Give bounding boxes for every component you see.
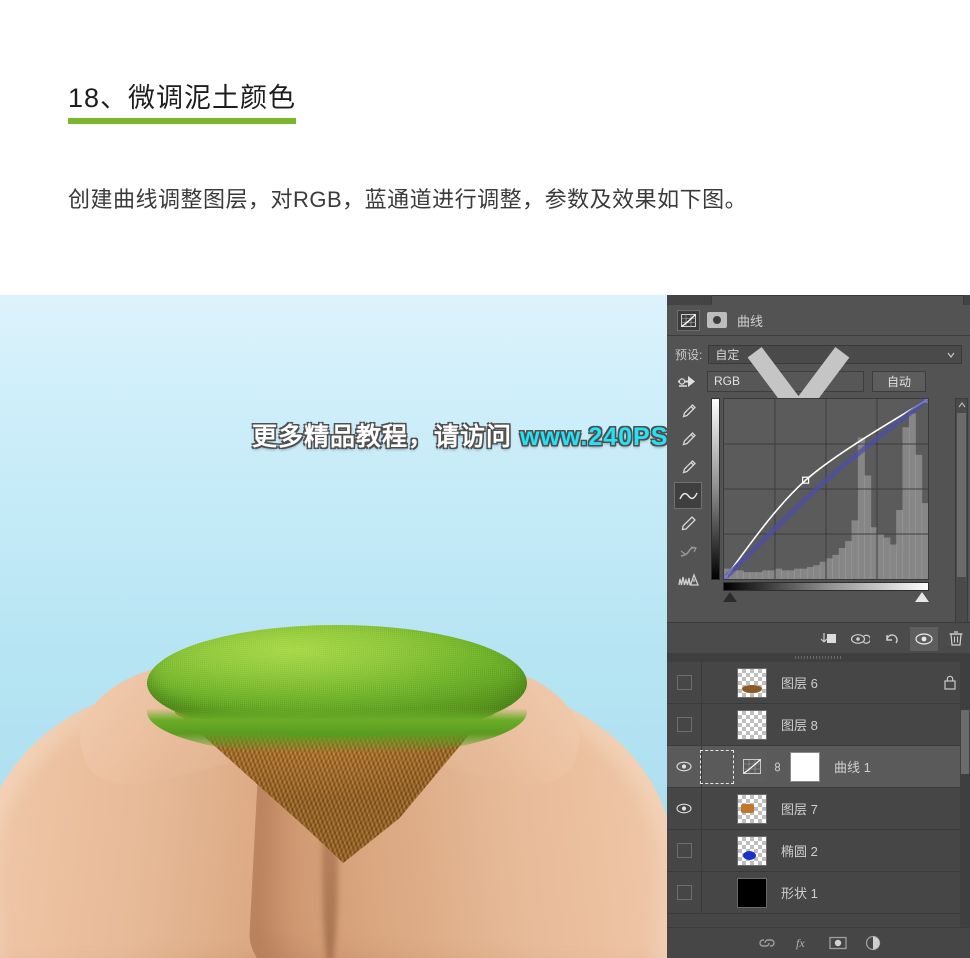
black-point-slider[interactable] <box>723 592 737 602</box>
output-gradient-bar <box>711 398 720 580</box>
photoshop-screenshot: 更多精品教程，请访问 www.240PS.com <box>0 295 970 958</box>
link-layers-icon[interactable] <box>757 936 777 950</box>
article-body-text: 创建曲线调整图层，对RGB，蓝通道进行调整，参数及效果如下图。 <box>68 187 748 212</box>
curves-panel-scrollbar[interactable] <box>955 398 968 660</box>
svg-text:fx: fx <box>796 936 805 950</box>
preset-label: 预设: <box>675 347 703 362</box>
layer-thumbnail[interactable] <box>737 793 767 824</box>
layer-name: 图层 6 <box>781 676 818 691</box>
photoshop-canvas[interactable]: 更多精品教程，请访问 www.240PS.com <box>0 295 667 958</box>
preset-value: 自定 <box>715 347 740 362</box>
white-point-slider[interactable] <box>915 592 929 602</box>
channel-select[interactable]: RGB <box>707 346 864 425</box>
scrollbar-thumb[interactable] <box>957 413 966 577</box>
channel-preset-icon[interactable] <box>675 372 701 390</box>
layer-name: 形状 1 <box>781 886 818 901</box>
new-adjustment-layer-icon[interactable] <box>865 935 881 951</box>
layer-visibility-off-icon[interactable] <box>667 830 702 871</box>
canvas-watermark: 更多精品教程，请访问 www.240PS.com <box>252 417 667 453</box>
pencil-draw-curve-icon[interactable] <box>674 510 702 537</box>
toggle-visibility-icon[interactable] <box>910 626 938 651</box>
layer-style-fx-icon[interactable]: fx <box>795 935 811 951</box>
layers-footer-buttons: fx <box>667 927 970 958</box>
layer-visibility-off-icon[interactable] <box>667 662 702 703</box>
photoshop-panel-dock: 曲线 预设: 自定 RGB 自动 图层 6 图层 8 曲线 1 图层 7 椭圆 … <box>667 295 970 958</box>
curves-icon <box>677 309 700 331</box>
layer-visibility-off-icon[interactable] <box>667 872 702 913</box>
layer-name: 图层 8 <box>781 718 818 733</box>
layer-thumbnail-curves-icon[interactable] <box>737 751 767 782</box>
mask-link-icon[interactable] <box>772 760 782 774</box>
black-point-eyedropper-icon[interactable] <box>674 454 702 481</box>
auto-button[interactable]: 自动 <box>872 370 926 392</box>
layer-row-图层-6[interactable]: 图层 6 <box>667 662 970 704</box>
layer-thumbnail[interactable] <box>737 835 767 866</box>
channel-row: RGB 自动 <box>675 346 962 425</box>
curves-plot[interactable] <box>724 399 928 579</box>
grass-soil-island <box>125 625 545 885</box>
layer-visibility-on-icon[interactable] <box>667 746 702 787</box>
layer-row-形状-1[interactable]: 形状 1 <box>667 872 970 914</box>
input-gradient-bar <box>723 582 929 591</box>
layer-thumbnail[interactable] <box>737 877 767 908</box>
panel-resize-gripper[interactable] <box>667 653 970 662</box>
layer-thumbnail[interactable] <box>737 709 767 740</box>
mask-icon <box>707 312 727 328</box>
edit-points-curve-icon[interactable] <box>674 482 702 509</box>
reset-adjustment-icon[interactable] <box>878 627 906 651</box>
white-point-eyedropper-icon[interactable] <box>674 398 702 425</box>
channel-value: RGB <box>714 374 741 388</box>
layer-visibility-off-icon[interactable] <box>667 704 702 745</box>
delete-adjustment-icon[interactable] <box>942 627 970 651</box>
layer-mask-thumbnail[interactable] <box>790 751 820 782</box>
curves-tool-column <box>674 398 704 598</box>
layer-thumbnail[interactable] <box>737 667 767 698</box>
clipping-warning-icon[interactable] <box>674 566 702 593</box>
grass-rim <box>147 673 527 757</box>
curves-graph[interactable] <box>711 398 930 602</box>
scroll-up-icon <box>958 402 966 408</box>
layer-row-椭圆-2[interactable]: 椭圆 2 <box>667 830 970 872</box>
article-section: 18、微调泥土颜色 创建曲线调整图层，对RGB，蓝通道进行调整，参数及效果如下图… <box>0 0 970 295</box>
watermark-url: www.240PS.com <box>519 423 667 451</box>
layer-name: 图层 7 <box>781 802 818 817</box>
layers-panel: 图层 6 图层 8 曲线 1 图层 7 椭圆 2 形状 1 fx <box>667 662 970 958</box>
curves-panel-body: 预设: 自定 RGB 自动 <box>667 336 970 660</box>
panel-tab[interactable] <box>711 295 964 305</box>
smooth-curve-icon[interactable] <box>674 538 702 565</box>
layer-visibility-on-icon[interactable] <box>667 788 702 829</box>
layer-name: 曲线 1 <box>834 760 871 775</box>
layers-scrollbar[interactable] <box>960 662 970 928</box>
layer-row-图层-7[interactable]: 图层 7 <box>667 788 970 830</box>
lock-icon <box>944 675 956 693</box>
curves-footer-buttons <box>667 622 970 655</box>
add-layer-mask-icon[interactable] <box>828 936 847 950</box>
gray-point-eyedropper-icon[interactable] <box>674 426 702 453</box>
page-title: 18、微调泥土颜色 <box>68 82 297 124</box>
layer-thumbnail-selection-border <box>700 750 734 784</box>
layers-list: 图层 6 图层 8 曲线 1 图层 7 椭圆 2 形状 1 <box>667 662 970 914</box>
layer-row-图层-8[interactable]: 图层 8 <box>667 704 970 746</box>
chevron-down-icon <box>947 352 955 358</box>
layer-name: 椭圆 2 <box>781 844 818 859</box>
layer-row-曲线-1[interactable]: 曲线 1 <box>667 746 970 788</box>
clip-to-layer-icon[interactable] <box>814 627 842 651</box>
page-root: 18、微调泥土颜色 创建曲线调整图层，对RGB，蓝通道进行调整，参数及效果如下图… <box>0 0 970 958</box>
view-previous-state-icon[interactable] <box>846 627 874 651</box>
watermark-chinese-text: 更多精品教程，请访问 <box>252 423 513 451</box>
curves-grid[interactable] <box>723 398 929 580</box>
layers-scrollbar-thumb[interactable] <box>961 710 969 774</box>
